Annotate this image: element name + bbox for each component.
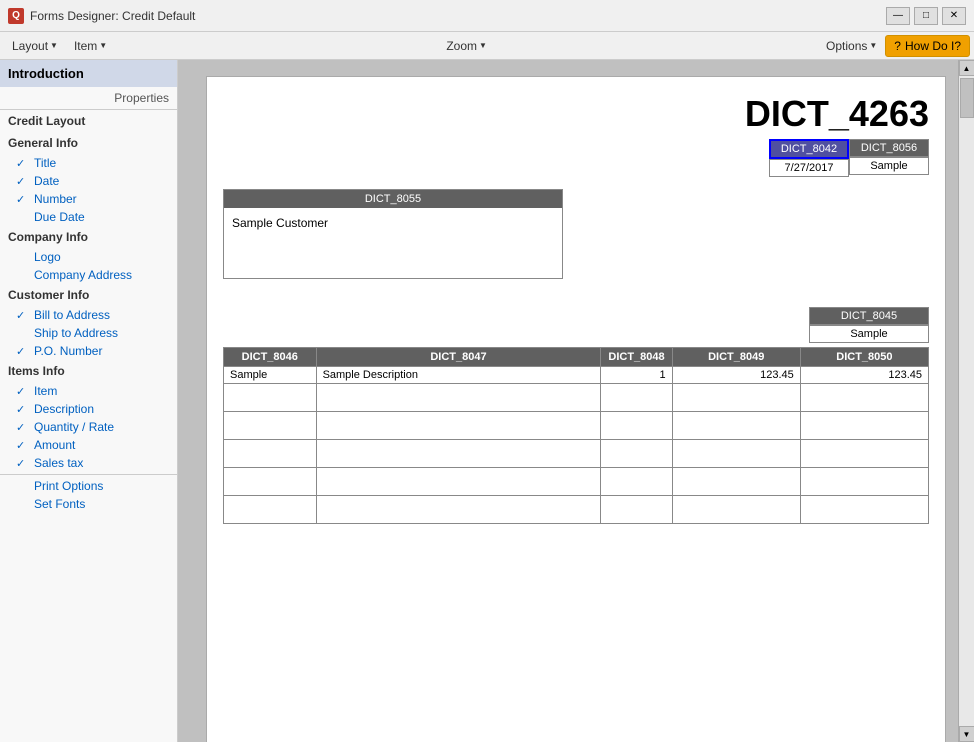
chevron-down-icon: ▼ xyxy=(50,41,58,50)
scrollbar[interactable]: ▲ ▼ xyxy=(958,60,974,742)
po-col: DICT_8045 Sample xyxy=(809,307,929,343)
menu-options[interactable]: Options ▼ xyxy=(818,35,885,57)
customer-box: DICT_8055 Sample Customer xyxy=(223,189,563,279)
title-bar-left: Q Forms Designer: Credit Default xyxy=(8,8,195,24)
number-header-cell[interactable]: DICT_8056 xyxy=(849,139,929,157)
scroll-thumb[interactable] xyxy=(960,78,974,118)
table-header-row: DICT_8046 DICT_8047 DICT_8048 DICT_8049 … xyxy=(224,348,929,367)
customer-box-area: DICT_8055 Sample Customer xyxy=(207,181,945,287)
sidebar-item-ship-to[interactable]: □ Ship to Address xyxy=(0,324,177,342)
chevron-down-icon: ▼ xyxy=(869,41,877,50)
credit-layout-label: Credit Layout xyxy=(0,110,177,132)
table-header-col4[interactable]: DICT_8049 xyxy=(672,348,800,367)
items-table-area: DICT_8046 DICT_8047 DICT_8048 DICT_8049 … xyxy=(207,347,945,524)
table-header-col1[interactable]: DICT_8046 xyxy=(224,348,317,367)
number-col: DICT_8056 Sample xyxy=(849,139,929,177)
row-col2: Sample Description xyxy=(316,367,601,384)
row-col3: 1 xyxy=(601,367,672,384)
table-row-empty-1 xyxy=(224,384,929,412)
date-number-row: DICT_8042 7/27/2017 DICT_8056 Sample xyxy=(207,135,945,181)
sidebar-item-number[interactable]: ✓ Number xyxy=(0,190,177,208)
chevron-down-icon: ▼ xyxy=(99,41,107,50)
table-row-empty-4 xyxy=(224,468,929,496)
properties-label: Properties xyxy=(0,87,177,110)
sidebar-item-set-fonts[interactable]: Set Fonts xyxy=(0,495,177,513)
po-area: DICT_8045 Sample xyxy=(207,307,945,347)
maximize-button[interactable]: □ xyxy=(914,7,938,25)
table-row-empty-3 xyxy=(224,440,929,468)
close-button[interactable]: ✕ xyxy=(942,7,966,25)
title-bar-controls: — □ ✕ xyxy=(886,7,966,25)
form-canvas: DICT_4263 DICT_8042 7/27/2017 DICT_8056 … xyxy=(206,76,946,742)
po-header-cell[interactable]: DICT_8045 xyxy=(809,307,929,325)
row-col4: 123.45 xyxy=(672,367,800,384)
app-title: Forms Designer: Credit Default xyxy=(30,9,195,23)
panel-section-title: Introduction xyxy=(0,60,177,87)
title-bar: Q Forms Designer: Credit Default — □ ✕ xyxy=(0,0,974,32)
sidebar-item-quantity-rate[interactable]: ✓ Quantity / Rate xyxy=(0,418,177,436)
form-title-area: DICT_4263 xyxy=(207,77,945,135)
table-header-col5[interactable]: DICT_8050 xyxy=(800,348,928,367)
table-row-empty-2 xyxy=(224,412,929,440)
sidebar-item-amount[interactable]: ✓ Amount xyxy=(0,436,177,454)
date-col: DICT_8042 7/27/2017 xyxy=(769,139,849,177)
table-row-empty-5 xyxy=(224,496,929,524)
main-layout: Introduction Properties Credit Layout Ge… xyxy=(0,60,974,742)
menu-zoom[interactable]: Zoom ▼ xyxy=(438,35,495,57)
general-info-label: General Info xyxy=(0,132,177,154)
customer-info-label: Customer Info xyxy=(0,284,177,306)
sidebar-item-description[interactable]: ✓ Description xyxy=(0,400,177,418)
customer-value: Sample Customer xyxy=(224,208,562,278)
sidebar-item-print-options[interactable]: Print Options xyxy=(0,477,177,495)
question-icon: ? xyxy=(894,39,901,53)
sidebar-item-title[interactable]: ✓ Title xyxy=(0,154,177,172)
company-info-label: Company Info xyxy=(0,226,177,248)
row-col5: 123.45 xyxy=(800,367,928,384)
sidebar-item-item[interactable]: ✓ Item xyxy=(0,382,177,400)
sidebar-item-sales-tax[interactable]: ✓ Sales tax xyxy=(0,454,177,472)
sidebar-item-bill-to[interactable]: ✓ Bill to Address xyxy=(0,306,177,324)
left-panel: Introduction Properties Credit Layout Ge… xyxy=(0,60,178,742)
sidebar-item-date[interactable]: ✓ Date xyxy=(0,172,177,190)
scroll-up-button[interactable]: ▲ xyxy=(959,60,974,76)
table-row: Sample Sample Description 1 123.45 123.4… xyxy=(224,367,929,384)
sidebar-item-due-date[interactable]: □ Due Date xyxy=(0,208,177,226)
table-header-col2[interactable]: DICT_8047 xyxy=(316,348,601,367)
canvas-area: DICT_4263 DICT_8042 7/27/2017 DICT_8056 … xyxy=(178,60,974,742)
customer-header[interactable]: DICT_8055 xyxy=(224,190,562,208)
dict-title: DICT_4263 xyxy=(745,93,929,135)
app-icon: Q xyxy=(8,8,24,24)
menu-item[interactable]: Item ▼ xyxy=(66,35,115,57)
po-value-cell: Sample xyxy=(809,325,929,343)
how-do-i-button[interactable]: ? How Do I? xyxy=(885,35,970,57)
scroll-down-button[interactable]: ▼ xyxy=(959,726,974,742)
date-value-cell: 7/27/2017 xyxy=(769,159,849,177)
row-col1: Sample xyxy=(224,367,317,384)
sidebar-item-logo[interactable]: □ Logo xyxy=(0,248,177,266)
sidebar-item-po-number[interactable]: ✓ P.O. Number xyxy=(0,342,177,360)
chevron-down-icon: ▼ xyxy=(479,41,487,50)
minimize-button[interactable]: — xyxy=(886,7,910,25)
items-info-label: Items Info xyxy=(0,360,177,382)
items-table: DICT_8046 DICT_8047 DICT_8048 DICT_8049 … xyxy=(223,347,929,524)
menu-layout[interactable]: Layout ▼ xyxy=(4,35,66,57)
menu-bar: Layout ▼ Item ▼ Zoom ▼ Options ▼ ? How D… xyxy=(0,32,974,60)
date-header-cell[interactable]: DICT_8042 xyxy=(769,139,849,159)
number-value-cell: Sample xyxy=(849,157,929,175)
sidebar-item-company-address[interactable]: □ Company Address xyxy=(0,266,177,284)
table-header-col3[interactable]: DICT_8048 xyxy=(601,348,672,367)
